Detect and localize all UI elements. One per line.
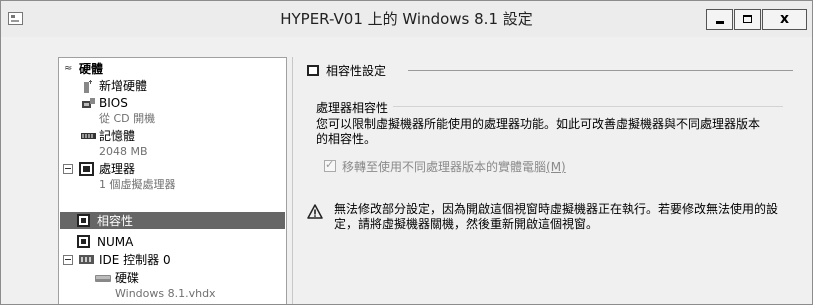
add-hardware-icon [84, 80, 92, 93]
panel-header: 相容性設定 [326, 64, 387, 78]
window-title: HYPER-V01 上的 Windows 8.1 設定 [280, 10, 533, 28]
tree-label-bios: BIOS [99, 96, 128, 110]
numa-processor-icon [77, 235, 90, 248]
memory-icon [81, 133, 96, 139]
checkbox-accelerator: (M) [546, 160, 566, 174]
tree-label-processor: 處理器 [99, 162, 136, 176]
hard-drive-icon [95, 275, 111, 282]
tree-label-numa: NUMA [97, 235, 134, 249]
tree-label-memory: 記憶體 [99, 129, 136, 143]
double-chevron-up-icon[interactable]: ≈ [64, 61, 72, 77]
ide-controller-icon [79, 255, 94, 264]
maximize-button[interactable] [734, 9, 761, 30]
tree-item-hardware[interactable]: ≈ 硬體 [59, 61, 284, 77]
title-bar: HYPER-V01 上的 Windows 8.1 設定 [1, 1, 812, 37]
tree-label-hard-drive: 硬碟 [115, 271, 140, 285]
tree-item-add-hardware[interactable]: 新增硬體 [59, 78, 284, 94]
tree-item-processor[interactable]: 處理器 [59, 161, 284, 177]
tree-item-memory[interactable]: 記憶體 [59, 128, 284, 144]
tree-item-ide[interactable]: IDE 控制器 0 [59, 252, 284, 268]
group-divider [393, 106, 783, 107]
hard-drive-detail: Windows 8.1.vhdx [115, 287, 216, 300]
collapse-ide-icon[interactable] [63, 255, 73, 265]
tree-item-compatibility[interactable]: 相容性 [60, 212, 285, 229]
memory-detail: 2048 MB [99, 145, 148, 158]
close-button[interactable] [762, 9, 807, 30]
collapse-processor-icon[interactable] [63, 164, 73, 174]
group-label: 處理器相容性 [316, 101, 389, 115]
tree-item-hard-drive[interactable]: 硬碟 [59, 270, 284, 286]
tree-label-ide: IDE 控制器 0 [99, 253, 171, 267]
settings-panel: 相容性設定 處理器相容性 您可以限制虛擬機器所能使用的處理器功能。如此可改善虛擬… [301, 57, 801, 304]
checkbox-label-text: 移轉至使用不同處理器版本的實體電腦 [342, 160, 547, 174]
tree-label-add-hardware: 新增硬體 [99, 79, 148, 93]
tree-label-hardware: 硬體 [79, 62, 104, 76]
compat-processor-icon [77, 214, 90, 227]
tree-label-compatibility: 相容性 [97, 214, 134, 228]
processor-icon [79, 162, 94, 176]
settings-window: HYPER-V01 上的 Windows 8.1 設定 ≈ 硬體 ⌃ 新增硬體 … [0, 0, 813, 305]
pane-splitter[interactable] [292, 57, 293, 304]
bios-chip-icon [82, 98, 95, 108]
group-description: 您可以限制虛擬機器所能使用的處理器功能。如此可改善虛擬機器與不同處理器版本的相容… [316, 117, 761, 146]
header-divider [408, 70, 793, 71]
minimize-button[interactable] [706, 9, 733, 30]
migrate-checkbox[interactable] [324, 158, 336, 172]
warning-message: 無法修改部分設定，因為開啟這個視窗時虛擬機器正在執行。若要修改無法使用的設定，請… [334, 202, 779, 231]
hardware-tree[interactable]: ≈ 硬體 ⌃ 新增硬體 BIOS 從 CD 開機 記憶體 2048 MB [58, 57, 287, 304]
bios-detail: 從 CD 開機 [99, 112, 156, 125]
migrate-checkbox-label[interactable]: 移轉至使用不同處理器版本的實體電腦(M) [342, 158, 566, 175]
warning-icon [307, 204, 323, 219]
processor-detail: 1 個虛擬處理器 [99, 178, 176, 191]
compat-header-icon [307, 65, 319, 76]
tree-item-numa[interactable]: NUMA [59, 234, 284, 250]
tree-item-bios[interactable]: BIOS [59, 95, 284, 111]
